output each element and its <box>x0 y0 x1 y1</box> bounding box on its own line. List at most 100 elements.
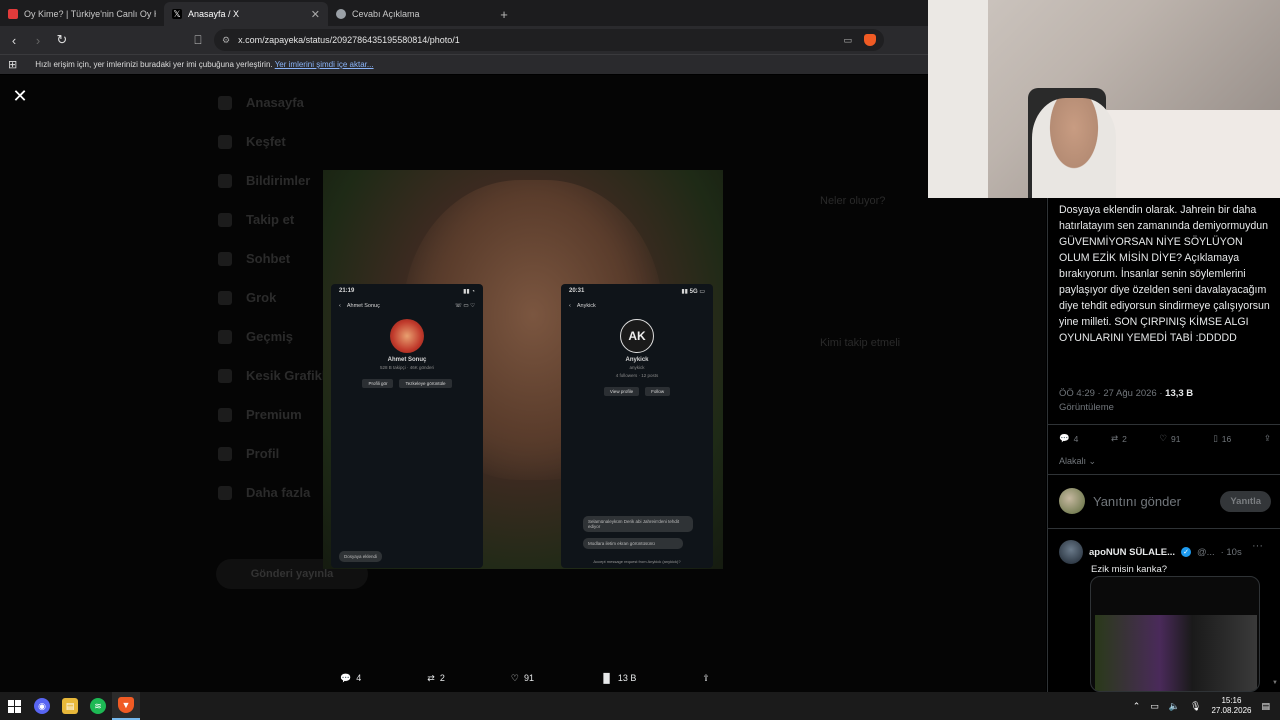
share-icon: ⇪ <box>1263 433 1271 443</box>
reply-tweet[interactable]: apoNUN SÜLALE... ✓ @... · 10s Ezik misin… <box>1059 540 1271 575</box>
reply-author[interactable]: apoNUN SÜLALE... <box>1089 547 1175 558</box>
url-text: x.com/zapayeka/status/209278643519558081… <box>238 35 460 45</box>
brave-icon: ▼ <box>118 697 134 713</box>
right-phone-header: ‹ Anykick <box>569 303 596 309</box>
message-bubble: Selamünaleyküm Derik abi Jahrein'deni te… <box>583 516 693 532</box>
webcam-overlay <box>928 0 1280 198</box>
reply-text: Ezik misin kanka? <box>1091 564 1168 575</box>
bookmarks-bar: ⊞ Hızlı erişim için, yer imlerinizi bura… <box>0 54 928 74</box>
chevron-up-icon[interactable]: ⌃ <box>1133 701 1141 712</box>
reload-icon[interactable]: ↻ <box>52 30 72 50</box>
discord-icon: ◉ <box>34 698 50 714</box>
views-action[interactable]: ▐▌ 13 B <box>600 673 636 683</box>
taskbar-discord[interactable]: ◉ <box>28 692 56 720</box>
forward-icon[interactable]: › <box>28 30 48 50</box>
avatar <box>1059 488 1085 514</box>
tab-title: Oy Kime? | Türkiye'nin Canlı Oy Harit <box>24 9 156 19</box>
avatar <box>390 319 424 353</box>
reply-input[interactable]: Yanıtını gönder <box>1093 494 1212 509</box>
import-bookmarks-link[interactable]: Yer imlerini şimdi içe aktar... <box>275 60 374 69</box>
cast-icon[interactable]: ▭ <box>843 35 852 46</box>
tab-cevabi-aciklama[interactable]: Cevabı Açıklama <box>328 2 492 26</box>
system-tray: ⌃ ▭ 🔈 🎙 15:16 27.08.2026 ▤ <box>1133 696 1280 716</box>
tweet-detail-panel: Dosyaya eklendin olarak. Jahrein bir dah… <box>1047 198 1280 692</box>
network-icon[interactable]: ▭ <box>1150 701 1159 712</box>
signal-icon: ▮▮ ◔ <box>463 289 475 295</box>
view-archive-button: Tezkeleye görüntüle <box>399 379 452 388</box>
tab-anasayfa-x[interactable]: 𝕏 Anasayfa / X ✕ <box>164 2 328 26</box>
back-arrow-icon: ‹ <box>569 303 571 309</box>
new-tab-button[interactable]: + <box>492 2 516 26</box>
reply-composer: Yanıtını gönder Yanıtla <box>1059 488 1271 514</box>
more-icon[interactable]: ··· <box>1252 540 1263 552</box>
taskbar-brave[interactable]: ▼ <box>112 692 140 720</box>
notification-icon[interactable]: ▤ <box>1261 701 1270 712</box>
repost-icon: ⇄ <box>1110 433 1119 443</box>
anykick-logo-icon: AK <box>620 319 654 353</box>
microphone-icon[interactable]: 🎙 <box>1190 701 1201 712</box>
avatar[interactable] <box>1059 540 1083 564</box>
phone-screenshot-left: 21:19 ▮▮ ◔ ‹ Ahmet Sonuç ☏ ▭ ♡ Ahmet Sonu… <box>331 284 483 568</box>
reply-media-image <box>1095 615 1257 691</box>
message-bubble: Modlara iletim ekran görüntüsünü <box>583 538 683 549</box>
taskbar-spotify[interactable]: ≋ <box>84 692 112 720</box>
repost-icon: ⇄ <box>427 672 435 683</box>
close-viewer-icon[interactable]: ✕ <box>10 86 30 106</box>
share-action[interactable]: ⇪ <box>1264 433 1271 444</box>
scroll-down-icon[interactable]: ▼ <box>1272 680 1278 686</box>
tab-strip: Oy Kime? | Türkiye'nin Canlı Oy Harit 𝕏 … <box>0 0 928 26</box>
divider <box>1048 528 1280 529</box>
chevron-down-icon: ⌄ <box>1086 456 1097 466</box>
reply-icon: 💬 <box>340 672 352 683</box>
apps-grid-icon[interactable]: ⊞ <box>8 58 17 71</box>
clock[interactable]: 15:16 27.08.2026 <box>1211 696 1251 716</box>
back-arrow-icon: ‹ <box>339 303 341 309</box>
oykime-favicon-icon <box>8 9 18 19</box>
bookmark-icon[interactable]: ⎕ <box>190 33 206 48</box>
taskbar-file-explorer[interactable]: ▤ <box>56 692 84 720</box>
tab-title: Cevabı Açıklama <box>352 9 420 19</box>
tab-oy-kime[interactable]: Oy Kime? | Türkiye'nin Canlı Oy Harit <box>0 2 164 26</box>
browser-toolbar: ‹ › ↻ ⎕ ⚙ x.com/zapayeka/status/20927864… <box>0 26 928 54</box>
start-button[interactable] <box>0 692 28 720</box>
tweet-photo[interactable]: 21:19 ▮▮ ◔ ‹ Ahmet Sonuç ☏ ▭ ♡ Ahmet Sonu… <box>323 170 723 569</box>
tweet-stats: 💬 4 ⇄ 2 ♡ 91 ▯ 16 ⇪ <box>1059 433 1271 444</box>
repost-action[interactable]: ⇄ 2 <box>427 673 445 684</box>
clock-date: 27.08.2026 <box>1211 706 1252 715</box>
bookmark-action[interactable]: ▯ 16 <box>1213 433 1231 444</box>
webcam-person <box>1032 98 1116 198</box>
repost-action[interactable]: ⇄ 2 <box>1111 433 1127 444</box>
clock-time: 15:16 <box>1221 696 1242 705</box>
who-to-follow-heading: Kimi takip etmeli <box>820 337 901 349</box>
reply-button[interactable]: Yanıtla <box>1220 490 1271 512</box>
like-action[interactable]: ♡ 91 <box>511 673 534 684</box>
share-action[interactable]: ⇪ <box>702 673 710 684</box>
views-label: Görüntüleme <box>1059 402 1114 413</box>
tweet-views: 13,3 B <box>1165 388 1194 399</box>
brave-shield-icon[interactable] <box>864 34 876 46</box>
viewer-action-bar: 💬 4 ⇄ 2 ♡ 91 ▐▌ 13 B ⇪ <box>340 668 710 688</box>
address-bar[interactable]: ⚙ x.com/zapayeka/status/2092786435195580… <box>214 29 884 51</box>
sort-dropdown[interactable]: Alakalı ⌄ <box>1059 456 1096 467</box>
nav-kesfet: Keşfet <box>218 122 418 161</box>
volume-icon[interactable]: 🔈 <box>1169 701 1180 712</box>
heart-icon: ♡ <box>1159 433 1168 443</box>
reply-action[interactable]: 💬 4 <box>1059 433 1078 444</box>
phone-screenshot-right: 20:31 ▮▮ 5G ▭ ‹ Anykick AK Anykick anykic… <box>561 284 713 568</box>
reply-action[interactable]: 💬 4 <box>340 673 361 684</box>
close-tab-icon[interactable]: ✕ <box>311 8 320 21</box>
tweet-text: Dosyaya eklendin olarak. Jahrein bir dah… <box>1059 204 1270 344</box>
reply-media[interactable] <box>1090 576 1260 692</box>
call-icon: ☏ ▭ ♡ <box>454 303 475 309</box>
reply-icon: 💬 <box>1059 433 1070 443</box>
share-icon: ⇪ <box>702 672 710 683</box>
reply-time: · 10s <box>1220 546 1242 558</box>
profile-name: Ahmet Sonuç <box>387 357 427 363</box>
bookmark-icon: ▯ <box>1213 433 1218 443</box>
site-settings-icon[interactable]: ⚙ <box>222 35 230 46</box>
bar-chart-icon: ▐▌ <box>600 673 613 683</box>
nav-anasayfa: Anasayfa <box>218 83 418 122</box>
like-action[interactable]: ♡ 91 <box>1159 433 1180 444</box>
back-icon[interactable]: ‹ <box>4 30 24 50</box>
message-bubble: Dosyaya eklendi <box>339 551 383 562</box>
